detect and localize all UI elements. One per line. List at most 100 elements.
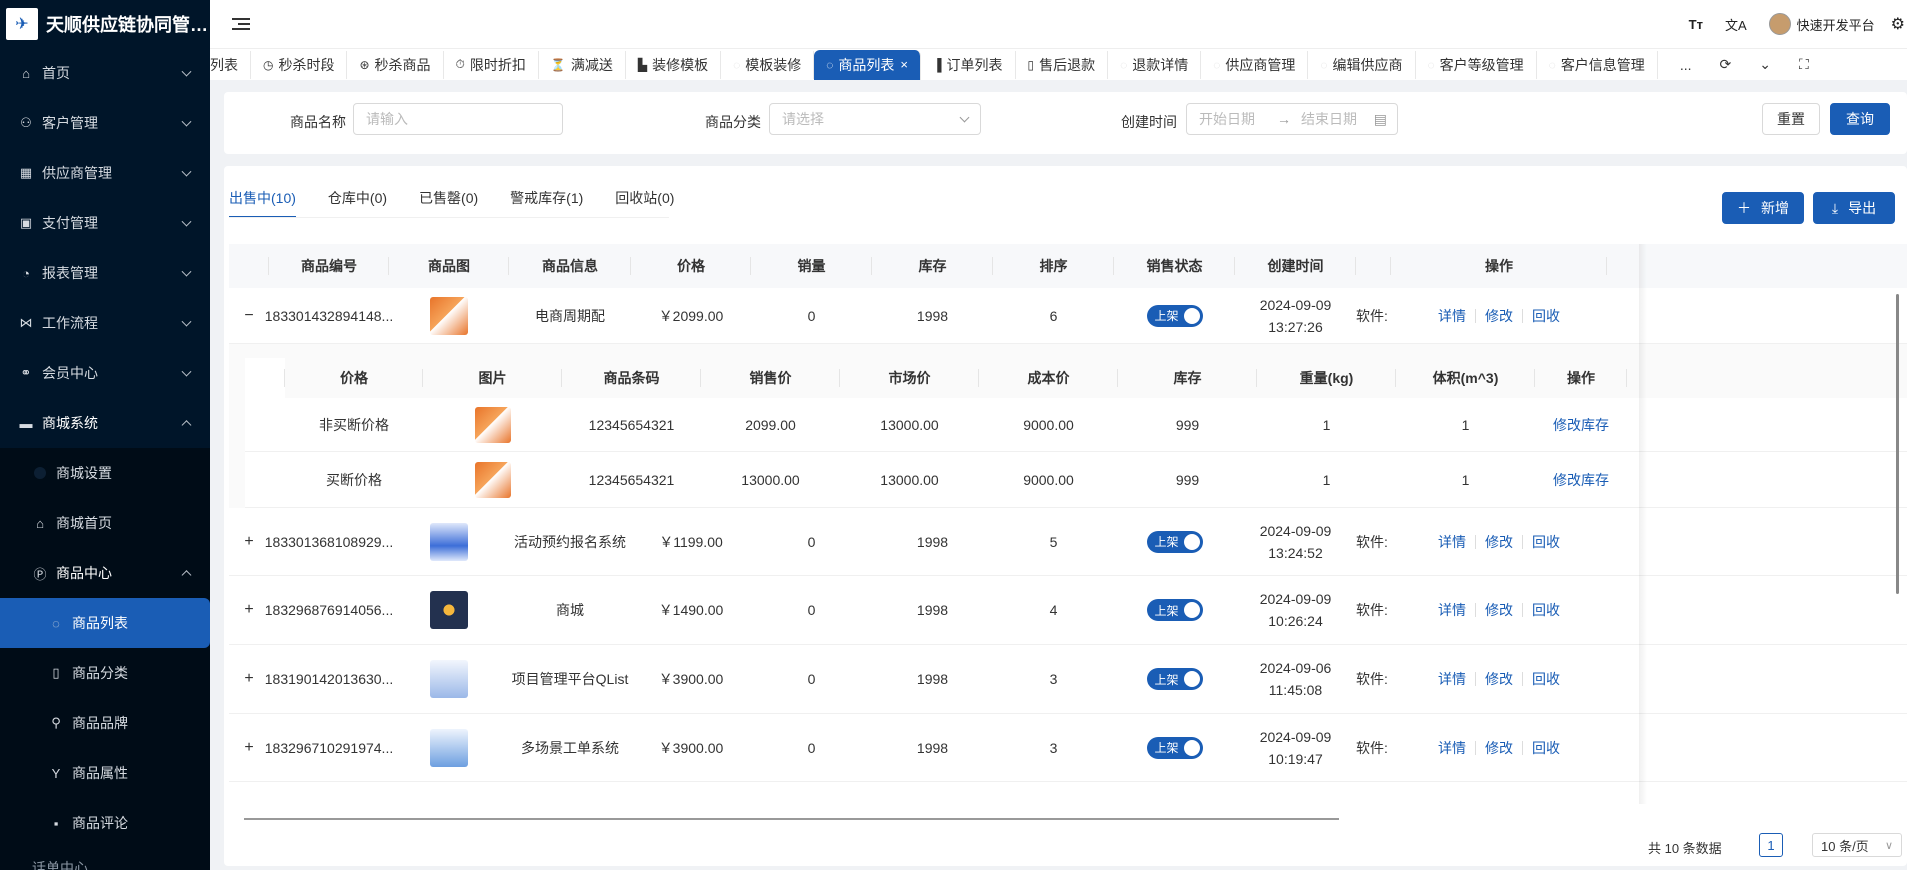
vertical-scrollbar[interactable] bbox=[1896, 294, 1899, 594]
sale-status-toggle[interactable]: 上架 bbox=[1146, 304, 1203, 327]
sidebar-item-goods-brand[interactable]: ⚲ 商品品牌 bbox=[0, 698, 210, 748]
detail-link[interactable]: 详情 bbox=[1438, 306, 1466, 326]
tab-list[interactable]: 列表 bbox=[210, 50, 251, 79]
recycle-link[interactable]: 回收 bbox=[1532, 669, 1560, 689]
tab-decoration-template[interactable]: ▙ 装修模板 bbox=[626, 50, 722, 79]
detail-link[interactable]: 详情 bbox=[1438, 600, 1466, 620]
recycle-link[interactable]: 回收 bbox=[1532, 306, 1560, 326]
reset-button[interactable]: 重置 bbox=[1762, 103, 1820, 135]
sale-status-toggle[interactable]: 上架 bbox=[1146, 599, 1203, 621]
sidebar-item-mall-home[interactable]: ⌂ 商城首页 bbox=[0, 498, 210, 548]
tab-limited-discount[interactable]: ⏱ 限时折扣 bbox=[444, 50, 539, 79]
tab-customer-level[interactable]: ◌ 客户等级管理 bbox=[1416, 50, 1537, 79]
expand-icon[interactable]: + bbox=[244, 739, 253, 757]
recycle-link[interactable]: 回收 bbox=[1532, 532, 1560, 552]
tab-template-decoration[interactable]: ◌ 模板装修 bbox=[721, 50, 815, 79]
detail-link[interactable]: 详情 bbox=[1438, 738, 1466, 758]
user-name[interactable]: 快速开发平台 bbox=[1797, 15, 1875, 34]
tab-on-sale[interactable]: 出售中(10) bbox=[229, 188, 296, 218]
tab-order-list[interactable]: ▐ 订单列表 bbox=[921, 50, 1016, 79]
name-input[interactable]: 请输入 bbox=[353, 103, 563, 135]
sidebar-item-suppliers[interactable]: ▦ 供应商管理 bbox=[0, 148, 210, 198]
tab-recycle-bin[interactable]: 回收站(0) bbox=[615, 188, 674, 218]
tab-stock-alert[interactable]: 警戒库存(1) bbox=[510, 188, 583, 218]
font-size-icon[interactable]: Tт bbox=[1689, 17, 1703, 32]
fullscreen-icon[interactable]: ⛶ bbox=[1799, 56, 1809, 73]
goods-extra: 软件: bbox=[1356, 602, 1388, 618]
col-image: 商品图 bbox=[389, 244, 509, 288]
detail-link[interactable]: 详情 bbox=[1438, 669, 1466, 689]
sidebar-item-goods-comments[interactable]: ▪ 商品评论 bbox=[0, 798, 210, 848]
tab-full-reduction[interactable]: ⏳ 满减送 bbox=[539, 50, 626, 79]
sidebar-item-payment[interactable]: ▣ 支付管理 bbox=[0, 198, 210, 248]
avatar[interactable] bbox=[1768, 13, 1791, 35]
date-range-picker[interactable]: 开始日期 → 结束日期 ▤ bbox=[1186, 103, 1398, 135]
translate-icon[interactable]: 文A bbox=[1725, 15, 1747, 34]
sale-status-toggle[interactable]: 上架 bbox=[1146, 668, 1203, 690]
tab-sold-out[interactable]: 已售罄(0) bbox=[419, 188, 478, 218]
sidebar-item-reports[interactable]: ◔ 报表管理 bbox=[0, 248, 210, 298]
expand-icon[interactable]: + bbox=[244, 670, 253, 688]
query-button[interactable]: 查询 bbox=[1830, 103, 1890, 135]
sidebar-item-home[interactable]: ⌂ 首页 bbox=[0, 48, 210, 98]
sidebar-item-goods-attributes[interactable]: Y 商品属性 bbox=[0, 748, 210, 798]
recycle-link[interactable]: 回收 bbox=[1532, 600, 1560, 620]
toggle-label: 上架 bbox=[1154, 672, 1179, 687]
more-tabs-icon[interactable]: ... bbox=[1680, 57, 1692, 73]
expand-icon[interactable]: + bbox=[244, 601, 253, 619]
sidebar-item-partial[interactable]: 话单中心 bbox=[0, 848, 210, 870]
tab-seckill-period[interactable]: ◷ 秒杀时段 bbox=[251, 50, 348, 79]
toggle-label: 上架 bbox=[1154, 741, 1179, 755]
sidebar: ✈ 天顺供应链协同管理平台 ⌂ 首页 ⚇ 客户管理 ▦ 供应商管理 ▣ 支付管理 ◔ 报表… bbox=[0, 0, 210, 870]
sale-status-toggle[interactable]: 上架 bbox=[1146, 736, 1203, 759]
tab-edit-supplier[interactable]: ◌ 编辑供应商 bbox=[1308, 50, 1416, 79]
sidebar-item-goods-list[interactable]: ◌ 商品列表 bbox=[0, 598, 210, 648]
chevron-up-icon bbox=[181, 570, 192, 581]
chevron-down-icon[interactable]: ⌄ bbox=[1759, 56, 1771, 73]
sidebar-item-mall-settings[interactable]: 商城设置 bbox=[0, 448, 210, 498]
sidebar-item-goods-category[interactable]: ▯ 商品分类 bbox=[0, 648, 210, 698]
sku-table-header: 价格 图片 商品条码 销售价 市场价 成本价 库存 重量(kg) 体积(m^3)… bbox=[245, 358, 1907, 398]
sidebar-item-goods-center[interactable]: Ⓟ 商品中心 bbox=[0, 548, 210, 598]
recycle-link[interactable]: 回收 bbox=[1532, 738, 1560, 758]
brand-logo: ✈ bbox=[6, 8, 38, 40]
sidebar-item-customers[interactable]: ⚇ 客户管理 bbox=[0, 98, 210, 148]
edit-stock-link[interactable]: 修改库存 bbox=[1553, 415, 1609, 435]
expand-icon[interactable]: + bbox=[244, 533, 253, 551]
tab-after-sales[interactable]: ▯ 售后退款 bbox=[1016, 50, 1109, 79]
edit-link[interactable]: 修改 bbox=[1485, 738, 1513, 758]
sidebar-item-workflow[interactable]: ⋈ 工作流程 bbox=[0, 298, 210, 348]
detail-link[interactable]: 详情 bbox=[1438, 532, 1466, 552]
page-size-select[interactable]: 10 条/页 ∨ bbox=[1812, 833, 1902, 857]
goods-sales: 0 bbox=[807, 671, 816, 687]
sidebar-item-members[interactable]: ⚭ 会员中心 bbox=[0, 348, 210, 398]
add-button[interactable]: ＋ 新增 bbox=[1722, 192, 1804, 224]
edit-link[interactable]: 修改 bbox=[1485, 306, 1513, 326]
tab-refund-detail[interactable]: ◌ 退款详情 bbox=[1108, 50, 1202, 79]
created-date: 2024-09-09 bbox=[1259, 296, 1332, 313]
gear-icon[interactable]: ⚙ bbox=[1891, 14, 1905, 34]
edit-link[interactable]: 修改 bbox=[1485, 532, 1513, 552]
chevron-down-icon bbox=[959, 112, 970, 123]
horizontal-scrollbar[interactable] bbox=[244, 818, 1339, 820]
tab-customer-info[interactable]: ◌ 客户信息管理 bbox=[1537, 50, 1658, 79]
collapse-icon[interactable]: − bbox=[244, 307, 253, 325]
sale-status-toggle[interactable]: 上架 bbox=[1146, 530, 1203, 553]
edit-stock-link[interactable]: 修改库存 bbox=[1553, 470, 1609, 490]
edit-link[interactable]: 修改 bbox=[1485, 600, 1513, 620]
tab-in-warehouse[interactable]: 仓库中(0) bbox=[328, 188, 387, 218]
tab-goods-list[interactable]: ◌ 商品列表 × bbox=[814, 49, 921, 80]
menu-fold-icon[interactable] bbox=[232, 15, 250, 33]
order-icon: ▐ bbox=[932, 57, 942, 72]
sidebar-item-mall[interactable]: ▬ 商城系统 bbox=[0, 398, 210, 448]
refresh-icon[interactable]: ⟳ bbox=[1719, 56, 1731, 73]
category-select[interactable]: 请选择 bbox=[769, 103, 981, 135]
close-icon[interactable]: × bbox=[900, 57, 908, 72]
edit-link[interactable]: 修改 bbox=[1485, 669, 1513, 689]
tab-supplier-manage[interactable]: ◌ 供应商管理 bbox=[1201, 50, 1309, 79]
page-number-button[interactable]: 1 bbox=[1759, 833, 1783, 857]
calendar-icon: ▤ bbox=[1373, 110, 1387, 127]
export-button[interactable]: ⤓ 导出 bbox=[1813, 192, 1895, 224]
tab-seckill-goods[interactable]: ⊛ 秒杀商品 bbox=[347, 50, 444, 79]
sku-col-stock: 库存 bbox=[1118, 358, 1257, 398]
